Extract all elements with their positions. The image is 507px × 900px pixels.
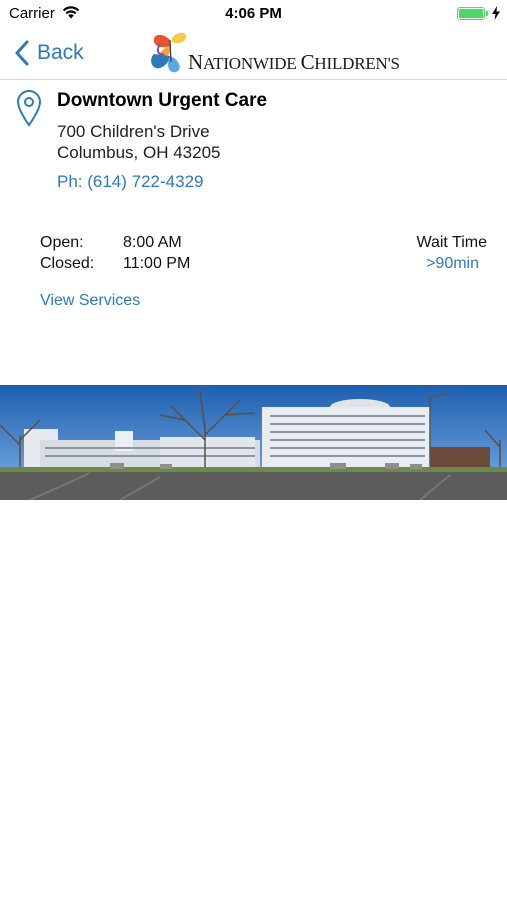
battery-level xyxy=(459,9,483,18)
address-line-2: Columbus, OH 43205 xyxy=(57,143,221,162)
battery-cap xyxy=(486,11,488,16)
nationwide-childrens-logo: NATIONWIDE CHILDREN'S xyxy=(148,30,400,76)
closed-label: Closed: xyxy=(40,255,95,272)
wait-time-label: Wait Time xyxy=(416,234,487,251)
view-services-link[interactable]: View Services xyxy=(40,292,140,310)
open-label: Open: xyxy=(40,234,84,251)
map-pin-icon xyxy=(16,90,42,127)
location-name: Downtown Urgent Care xyxy=(57,90,268,111)
logo-wordmark: NATIONWIDE CHILDREN'S xyxy=(188,50,400,75)
open-time: 8:00 AM xyxy=(123,234,182,251)
butterfly-logo-icon xyxy=(151,32,187,73)
address-line-1: 700 Children's Drive xyxy=(57,122,210,141)
chevron-left-icon xyxy=(15,40,29,66)
logo-word-2: HILDREN'S xyxy=(314,54,400,73)
logo-letter-2: C xyxy=(300,50,315,74)
closed-time: 11:00 PM xyxy=(123,255,191,272)
battery-icon xyxy=(457,7,485,20)
logo-letter-1: N xyxy=(188,50,203,74)
status-bar: Carrier 4:06 PM xyxy=(0,0,507,28)
navigation-bar: Back NATIONWIDE CHILDREN'S xyxy=(0,28,507,80)
back-label: Back xyxy=(37,41,84,64)
lightning-bolt-icon xyxy=(492,6,500,20)
wait-time-value: >90min xyxy=(426,255,479,272)
logo-word-1: ATIONWIDE xyxy=(202,54,301,73)
hospital-panorama-photo xyxy=(0,385,507,500)
back-button[interactable]: Back xyxy=(14,37,84,69)
status-time: 4:06 PM xyxy=(225,5,282,22)
phone-link[interactable]: Ph: (614) 722-4329 xyxy=(57,172,204,192)
